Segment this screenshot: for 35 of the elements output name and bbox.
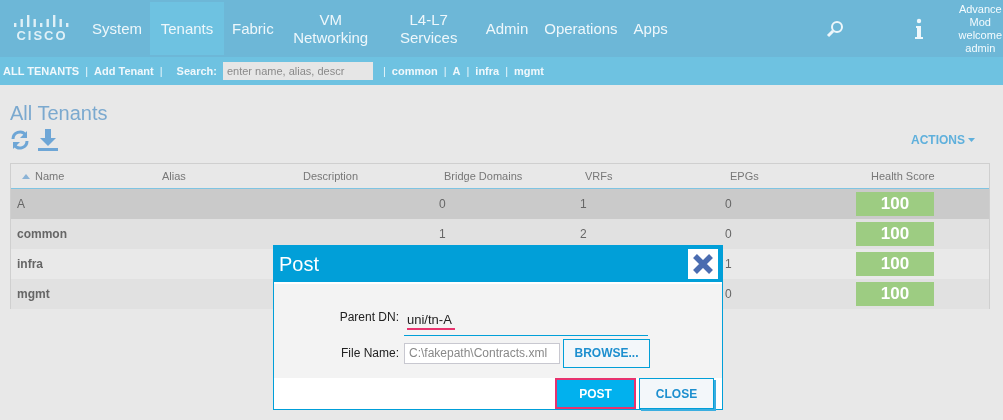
column-title: Alias bbox=[162, 170, 186, 182]
table-cell-text: 0 bbox=[724, 227, 733, 241]
table-cell-text: 0 bbox=[724, 197, 733, 211]
column-title: Health Score bbox=[871, 170, 935, 182]
separator-text: | bbox=[159, 65, 163, 77]
separator-text: | bbox=[443, 65, 447, 77]
table-cell-text: 0 bbox=[724, 287, 733, 301]
table-cell-text: 2 bbox=[579, 227, 588, 241]
column-title: Name bbox=[35, 170, 65, 182]
separator-text: | bbox=[382, 65, 386, 77]
separator-text: | bbox=[466, 65, 470, 77]
column-title: VRFs bbox=[585, 170, 613, 182]
health-score-badge: 100 bbox=[856, 192, 934, 216]
health-score-badge: 100 bbox=[856, 282, 934, 306]
table-cell-text: A bbox=[16, 197, 26, 211]
column-title: Bridge Domains bbox=[444, 170, 523, 182]
page-title: All Tenants bbox=[10, 102, 109, 125]
separator-text: | bbox=[85, 65, 89, 77]
column-title: Description bbox=[303, 170, 359, 182]
table-cell-text: 1 bbox=[438, 227, 447, 241]
table-cell-text: mgmt bbox=[16, 287, 51, 301]
table-cell-text: 1 bbox=[724, 257, 733, 271]
search-label: Search: bbox=[176, 65, 217, 77]
cisco-logo: CISCO bbox=[6, 14, 78, 43]
table-cell-text: infra bbox=[16, 257, 44, 271]
health-score-badge: 100 bbox=[856, 222, 934, 246]
health-score-badge: 100 bbox=[856, 252, 934, 276]
table-cell-text: common bbox=[16, 227, 68, 241]
separator-text: | bbox=[505, 65, 509, 77]
table-cell-text: 0 bbox=[438, 197, 447, 211]
column-title: EPGs bbox=[730, 170, 759, 182]
field-label: File Name: bbox=[340, 346, 399, 360]
table-cell-text: 1 bbox=[579, 197, 588, 211]
field-label: Parent DN: bbox=[338, 310, 399, 324]
dialog-title: Post bbox=[279, 252, 320, 276]
